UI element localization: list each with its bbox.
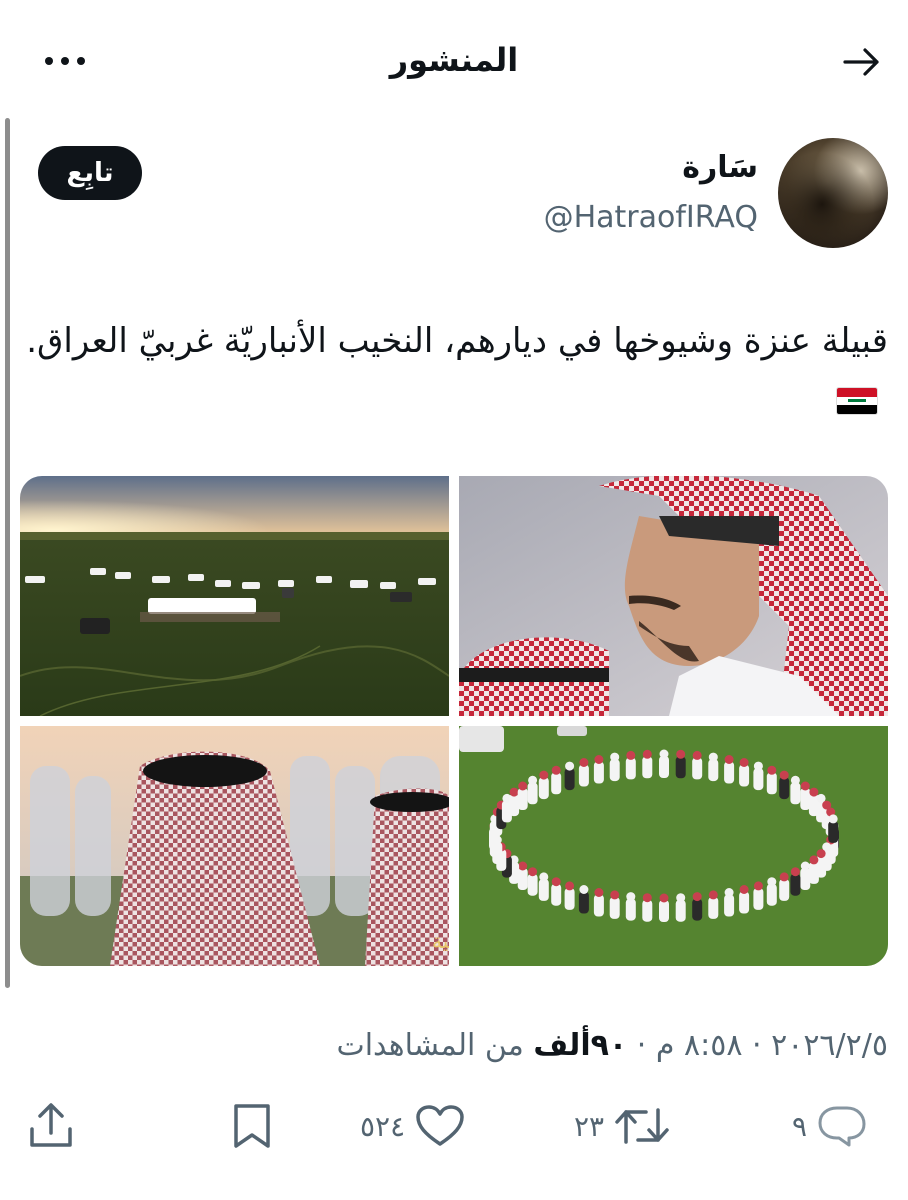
photo-watermark: الرعية xyxy=(432,929,449,953)
retweet-button[interactable]: ٢٣ xyxy=(574,1096,670,1156)
post-meta: ٢٠٢٦/٢/٥ · ٨:٥٨ م · ٩٠ألف من المشاهدات xyxy=(336,1026,888,1066)
views-label: من المشاهدات xyxy=(336,1028,524,1063)
share-icon xyxy=(30,1103,72,1147)
follow-button[interactable]: تابِع xyxy=(38,146,142,200)
photo-crowd-sunset[interactable]: الرعية xyxy=(20,726,449,966)
like-count: ٥٢٤ xyxy=(360,1109,406,1143)
photo-circle-gathering[interactable] xyxy=(459,726,888,966)
meta-separator: · xyxy=(752,1028,762,1063)
avatar[interactable] xyxy=(778,138,888,248)
media-grid: الرعية xyxy=(20,476,888,966)
avatar-image xyxy=(778,138,888,248)
like-button[interactable]: ٥٢٤ xyxy=(360,1096,465,1156)
action-bar: ٩ ٢٣ ٥٢٤ xyxy=(0,1096,908,1156)
photo-portrait[interactable] xyxy=(459,476,888,716)
scrollbar[interactable] xyxy=(5,118,10,988)
more-dot xyxy=(45,57,53,65)
iraq-flag-icon xyxy=(836,386,878,415)
post-text: قبيلة عنزة وشيوخها في ديارهم، النخيب الأ… xyxy=(24,312,888,428)
top-bar: المنشور xyxy=(0,0,908,120)
more-dots-icon xyxy=(77,57,85,65)
retweet-count: ٢٣ xyxy=(574,1109,605,1143)
reply-button[interactable]: ٩ xyxy=(792,1096,867,1156)
post-body: قبيلة عنزة وشيوخها في ديارهم، النخيب الأ… xyxy=(26,321,888,361)
share-button[interactable] xyxy=(26,1096,76,1156)
display-name[interactable]: سَارة xyxy=(682,148,758,188)
more-dot xyxy=(61,57,69,65)
heart-icon xyxy=(416,1105,464,1146)
user-handle[interactable]: @HatraofIRAQ xyxy=(544,198,758,238)
retweet-icon xyxy=(615,1108,669,1144)
post-date: ٢٠٢٦/٢/٥ xyxy=(771,1028,888,1063)
bookmark-icon xyxy=(234,1104,270,1148)
photo-aerial-field[interactable] xyxy=(20,476,449,716)
post-time: ٨:٥٨ م xyxy=(655,1028,743,1063)
reply-icon xyxy=(818,1106,866,1147)
bookmark-button[interactable] xyxy=(230,1096,274,1156)
meta-separator: · xyxy=(636,1028,647,1063)
reply-count: ٩ xyxy=(792,1109,808,1143)
page-title: المنشور xyxy=(389,41,519,79)
more-options-button[interactable] xyxy=(40,44,90,78)
views-count[interactable]: ٩٠ألف xyxy=(533,1028,627,1063)
